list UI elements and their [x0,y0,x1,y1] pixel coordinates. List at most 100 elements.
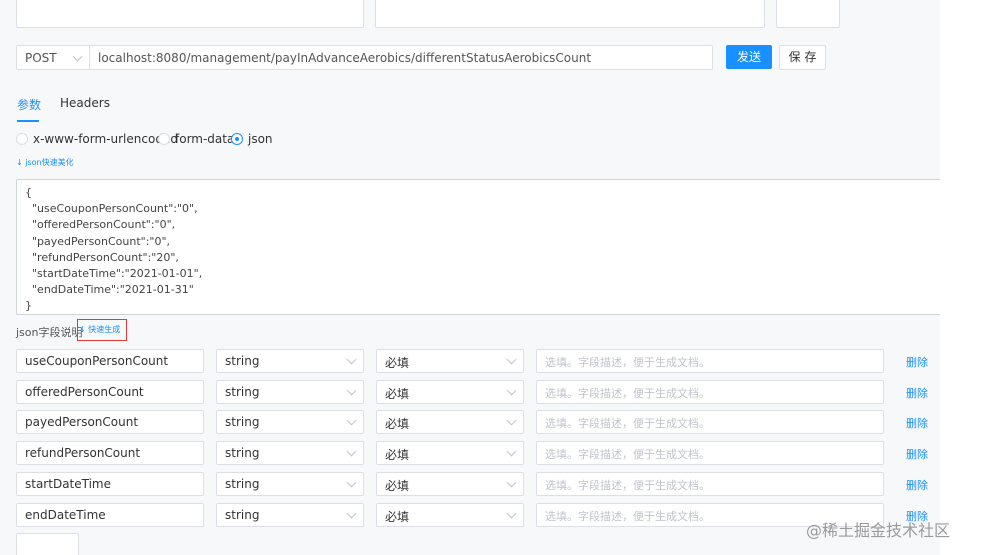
radio-form-data[interactable]: form-data [158,131,234,147]
field-type-select[interactable]: string [216,349,364,373]
field-description-placeholder: 选填。字段描述，便于生成文档。 [545,356,710,369]
json-line: "offeredPersonCount":"0", [25,218,176,232]
radio-circle[interactable] [16,133,28,145]
field-description-input[interactable]: 选填。字段描述，便于生成文档。 [536,410,884,435]
field-description-placeholder: 选填。字段描述，便于生成文档。 [545,386,710,400]
delete-field-link[interactable]: 删除 [906,415,928,431]
field-required-select[interactable]: 必填 [376,379,524,404]
delete-field-link[interactable]: 删除 [906,385,928,401]
field-required-value: 必填 [385,478,410,493]
json-line: "refundPersonCount":"20", [25,250,179,264]
field-type-value: string [225,476,260,491]
json-line: { [25,186,32,199]
field-type-select[interactable]: string [216,379,364,404]
quick-generate-link[interactable]: ↓ 快速生成 [77,319,127,341]
chevron-down-icon [346,477,357,488]
arrow-down-icon: ↓ [79,325,86,334]
delete-field-link[interactable]: 删除 [906,446,928,462]
add-field-button[interactable] [16,533,79,555]
top-description-field[interactable] [375,0,765,28]
field-description-input[interactable]: 选填。字段描述，便于生成文档。 [536,379,884,404]
tab-headers-label: Headers [60,96,110,110]
top-name-field[interactable] [16,0,364,28]
field-name-input[interactable]: endDateTime [16,502,204,527]
field-required-select[interactable]: 必填 [376,410,524,435]
chevron-down-icon [506,354,517,365]
arrow-down-icon: ↓ [16,158,23,167]
chevron-down-icon [506,508,517,518]
chevron-down-icon [506,446,517,457]
chevron-down-icon [346,385,357,396]
field-name-value: refundPersonCount [25,446,141,461]
field-description-placeholder: 选填。字段描述，便于生成文档。 [545,478,710,492]
field-type-value: string [225,354,260,368]
field-required-value: 必填 [385,356,410,370]
json-line: } [25,299,32,313]
save-label: 保 存 [788,50,817,64]
field-required-select[interactable]: 必填 [376,502,524,527]
json-body-text: { "useCouponPersonCount":"0", "offeredPe… [25,185,202,315]
field-name-input[interactable]: startDateTime [16,471,204,496]
radio-json[interactable]: json [231,131,281,147]
field-type-select[interactable]: string [216,410,364,435]
url-input[interactable]: localhost:8080/management/payInAdvanceAe… [89,45,713,70]
json-line: "useCouponPersonCount":"0", [25,202,198,216]
delete-field-link[interactable]: 删除 [906,477,928,493]
field-required-select[interactable]: 必填 [376,471,524,496]
chevron-down-icon [506,477,517,488]
json-beautify-link[interactable]: ↓ json快速美化 [16,157,74,168]
tab-headers[interactable]: Headers [60,94,110,120]
tab-params[interactable]: 参数 [17,94,42,122]
radio-circle-selected[interactable] [231,133,243,145]
chevron-down-icon [346,508,357,518]
radio-urlencoded[interactable]: x-www-form-urlencoded [16,131,178,147]
field-required-value: 必填 [385,448,410,463]
watermark: @稀土掘金技术社区 [806,521,951,540]
field-type-select[interactable]: string [216,502,364,527]
json-line: "payedPersonCount":"0", [25,234,171,248]
fields-section-label: json字段说明 [16,326,83,339]
chevron-down-icon [506,415,517,426]
api-test-panel: POST localhost:8080/management/payInAdva… [0,0,940,555]
field-description-input[interactable]: 选填。字段描述，便于生成文档。 [536,471,884,496]
field-type-value: string [225,446,260,461]
field-type-value: string [225,507,260,522]
field-description-input[interactable]: 选填。字段描述，便于生成文档。 [536,349,884,373]
top-action-button[interactable] [776,0,840,28]
method-select[interactable]: POST [16,45,90,70]
field-description-placeholder: 选填。字段描述，便于生成文档。 [545,417,710,431]
field-description-placeholder: 选填。字段描述，便于生成文档。 [545,509,710,523]
send-button[interactable]: 发送 [726,45,772,69]
field-required-value: 必填 [385,417,410,432]
delete-field-link[interactable]: 删除 [906,354,928,370]
field-description-input[interactable]: 选填。字段描述，便于生成文档。 [536,441,884,466]
field-name-value: startDateTime [25,476,111,491]
chevron-down-icon [506,385,517,396]
chevron-down-icon [346,354,357,365]
json-body-editor[interactable]: { "useCouponPersonCount":"0", "offeredPe… [16,179,940,315]
field-name-input[interactable]: offeredPersonCount [16,379,204,404]
field-name-value: useCouponPersonCount [25,354,169,368]
field-required-select[interactable]: 必填 [376,441,524,466]
field-name-value: endDateTime [25,507,106,522]
field-name-input[interactable]: useCouponPersonCount [16,349,204,373]
method-value: POST [25,51,57,65]
radio-label: form-data [175,132,235,146]
radio-circle[interactable] [158,133,170,145]
json-beautify-label: json快速美化 [25,158,74,167]
send-label: 发送 [736,50,761,64]
radio-label: json [248,132,273,146]
radio-label: x-www-form-urlencoded [33,132,178,146]
field-required-value: 必填 [385,509,410,524]
field-type-select[interactable]: string [216,441,364,466]
tab-params-label: 参数 [17,98,42,112]
field-required-select[interactable]: 必填 [376,349,524,373]
field-type-value: string [225,415,260,430]
quick-generate-label: 快速生成 [88,325,121,334]
field-name-value: offeredPersonCount [25,384,144,399]
save-button[interactable]: 保 存 [779,45,826,70]
json-line: "startDateTime":"2021-01-01", [25,267,203,281]
field-name-input[interactable]: refundPersonCount [16,441,204,466]
field-type-select[interactable]: string [216,471,364,496]
field-name-input[interactable]: payedPersonCount [16,410,204,435]
